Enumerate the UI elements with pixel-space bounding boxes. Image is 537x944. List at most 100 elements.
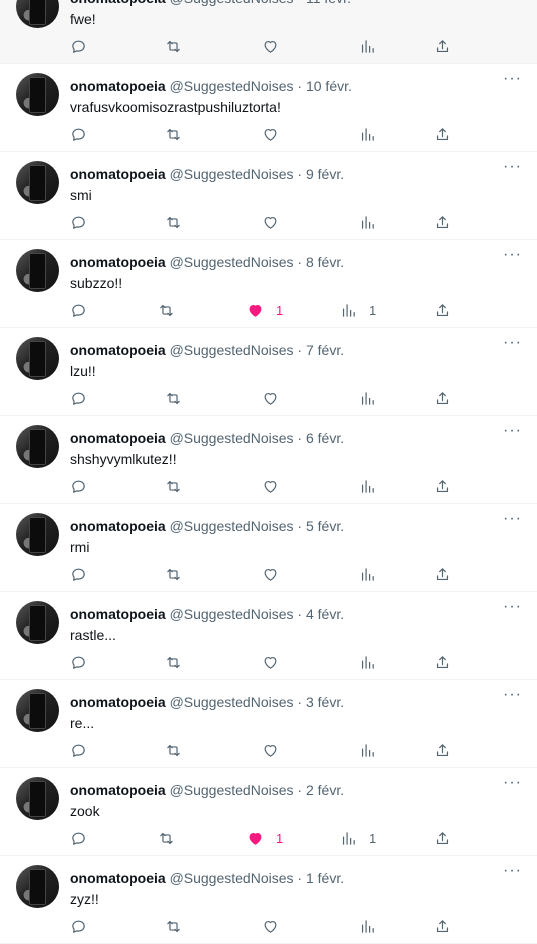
share-button[interactable] xyxy=(434,388,451,408)
more-icon[interactable]: ··· xyxy=(503,687,521,704)
author-name[interactable]: onomatopoeia xyxy=(70,782,166,798)
share-button[interactable] xyxy=(434,124,451,144)
tweet-date[interactable]: 10 févr. xyxy=(306,78,352,94)
like-button[interactable] xyxy=(262,388,291,408)
tweet-date[interactable]: 1 févr. xyxy=(306,870,344,886)
author-name[interactable]: onomatopoeia xyxy=(70,342,166,358)
author-name[interactable]: onomatopoeia xyxy=(70,254,166,270)
reply-button[interactable] xyxy=(70,476,87,496)
retweet-button[interactable] xyxy=(158,300,175,320)
author-handle[interactable]: @SuggestedNoises xyxy=(170,694,294,710)
retweet-button[interactable] xyxy=(165,36,182,56)
reply-button[interactable] xyxy=(70,916,87,936)
reply-button[interactable] xyxy=(70,212,87,232)
like-button[interactable] xyxy=(262,564,291,584)
tweet[interactable]: onomatopoeia @SuggestedNoises · 7 févr. … xyxy=(0,328,537,416)
share-button[interactable] xyxy=(434,740,451,760)
more-icon[interactable]: ··· xyxy=(503,159,521,176)
views-button[interactable] xyxy=(359,124,388,144)
author-name[interactable]: onomatopoeia xyxy=(70,870,166,886)
retweet-button[interactable] xyxy=(165,740,182,760)
like-button[interactable] xyxy=(262,916,291,936)
like-button[interactable] xyxy=(262,652,291,672)
more-icon[interactable]: ··· xyxy=(503,71,521,88)
retweet-button[interactable] xyxy=(158,828,175,848)
like-button[interactable] xyxy=(262,36,291,56)
tweet[interactable]: onomatopoeia @SuggestedNoises · 10 févr.… xyxy=(0,64,537,152)
avatar[interactable] xyxy=(16,249,59,292)
like-button[interactable] xyxy=(262,740,291,760)
avatar[interactable] xyxy=(16,0,59,28)
views-button[interactable] xyxy=(359,740,388,760)
author-name[interactable]: onomatopoeia xyxy=(70,430,166,446)
retweet-button[interactable] xyxy=(165,652,182,672)
tweet-date[interactable]: 7 févr. xyxy=(306,342,344,358)
author-name[interactable]: onomatopoeia xyxy=(70,606,166,622)
author-handle[interactable]: @SuggestedNoises xyxy=(170,782,294,798)
tweet[interactable]: onomatopoeia @SuggestedNoises · 4 févr. … xyxy=(0,592,537,680)
tweet-date[interactable]: 6 févr. xyxy=(306,430,344,446)
like-button[interactable]: 1 xyxy=(247,828,283,848)
share-button[interactable] xyxy=(434,916,451,936)
share-button[interactable] xyxy=(434,476,451,496)
reply-button[interactable] xyxy=(70,828,87,848)
views-button[interactable] xyxy=(359,388,388,408)
share-button[interactable] xyxy=(434,300,451,320)
author-name[interactable]: onomatopoeia xyxy=(70,694,166,710)
tweet[interactable]: onomatopoeia @SuggestedNoises · 2 févr. … xyxy=(0,768,537,856)
avatar[interactable] xyxy=(16,73,59,116)
views-button[interactable] xyxy=(359,476,388,496)
reply-button[interactable] xyxy=(70,652,87,672)
more-icon[interactable]: ··· xyxy=(503,599,521,616)
tweet-date[interactable]: 8 févr. xyxy=(306,254,344,270)
author-handle[interactable]: @SuggestedNoises xyxy=(170,166,294,182)
avatar[interactable] xyxy=(16,689,59,732)
tweet-date[interactable]: 4 févr. xyxy=(306,606,344,622)
retweet-button[interactable] xyxy=(165,916,182,936)
author-handle[interactable]: @SuggestedNoises xyxy=(170,518,294,534)
share-button[interactable] xyxy=(434,36,451,56)
author-handle[interactable]: @SuggestedNoises xyxy=(170,870,294,886)
author-handle[interactable]: @SuggestedNoises xyxy=(170,78,294,94)
author-name[interactable]: onomatopoeia xyxy=(70,166,166,182)
views-button[interactable] xyxy=(359,652,388,672)
views-button[interactable]: 1 xyxy=(340,828,376,848)
tweet[interactable]: onomatopoeia @SuggestedNoises · 9 févr. … xyxy=(0,152,537,240)
avatar[interactable] xyxy=(16,425,59,468)
more-icon[interactable]: ··· xyxy=(503,775,521,792)
share-button[interactable] xyxy=(434,828,451,848)
more-icon[interactable]: ··· xyxy=(503,247,521,264)
more-icon[interactable]: ··· xyxy=(503,863,521,880)
retweet-button[interactable] xyxy=(165,124,182,144)
like-button[interactable] xyxy=(262,124,291,144)
views-button[interactable] xyxy=(359,36,388,56)
author-handle[interactable]: @SuggestedNoises xyxy=(170,606,294,622)
retweet-button[interactable] xyxy=(165,388,182,408)
tweet-date[interactable]: 11 févr. xyxy=(306,0,351,6)
author-handle[interactable]: @SuggestedNoises xyxy=(170,254,294,270)
author-name[interactable]: onomatopoeia xyxy=(70,0,166,6)
author-name[interactable]: onomatopoeia xyxy=(70,518,166,534)
more-icon[interactable]: ··· xyxy=(503,423,521,440)
tweet-date[interactable]: 2 févr. xyxy=(306,782,344,798)
share-button[interactable] xyxy=(434,212,451,232)
avatar[interactable] xyxy=(16,601,59,644)
tweet-date[interactable]: 5 févr. xyxy=(306,518,344,534)
author-handle[interactable]: @SuggestedNoises xyxy=(170,342,294,358)
views-button[interactable] xyxy=(359,916,388,936)
reply-button[interactable] xyxy=(70,740,87,760)
tweet[interactable]: onomatopoeia @SuggestedNoises · 1 févr. … xyxy=(0,856,537,944)
more-icon[interactable]: ··· xyxy=(503,511,521,528)
reply-button[interactable] xyxy=(70,388,87,408)
tweet[interactable]: onomatopoeia @SuggestedNoises · 3 févr. … xyxy=(0,680,537,768)
tweet[interactable]: onomatopoeia @SuggestedNoises · 11 févr.… xyxy=(0,0,537,64)
views-button[interactable]: 1 xyxy=(340,300,376,320)
tweet[interactable]: onomatopoeia @SuggestedNoises · 8 févr. … xyxy=(0,240,537,328)
avatar[interactable] xyxy=(16,865,59,908)
retweet-button[interactable] xyxy=(165,476,182,496)
tweet[interactable]: onomatopoeia @SuggestedNoises · 5 févr. … xyxy=(0,504,537,592)
reply-button[interactable] xyxy=(70,124,87,144)
like-button[interactable] xyxy=(262,476,291,496)
tweet-date[interactable]: 9 févr. xyxy=(306,166,344,182)
views-button[interactable] xyxy=(359,212,388,232)
